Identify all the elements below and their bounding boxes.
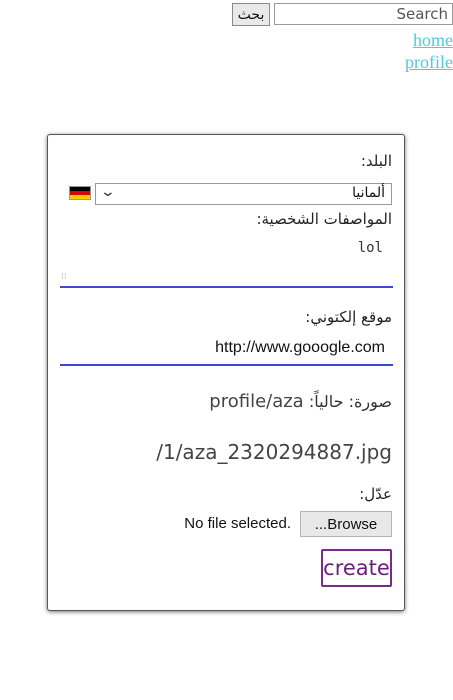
photo-current-label: حالياً: xyxy=(308,392,344,411)
edit-photo-label: عدّل: xyxy=(359,485,392,503)
search-input[interactable] xyxy=(274,3,453,25)
profile-description-value: lol xyxy=(357,240,383,256)
file-status-text: No file selected. xyxy=(184,515,291,532)
country-select[interactable]: ألمانيا ⌄ xyxy=(95,183,392,205)
photo-current-line: صورة: حالياً: profile/aza xyxy=(209,391,392,412)
website-input[interactable]: http://www.gooogle.com xyxy=(60,334,393,366)
photo-label: صورة: xyxy=(348,392,392,411)
photo-current-path[interactable]: profile/aza xyxy=(209,391,303,412)
chevron-down-icon: ⌄ xyxy=(99,184,117,200)
nav-link-profile[interactable]: profile xyxy=(405,52,453,72)
profile-form-card: البلد: ألمانيا ⌄ المواصفات الشخصية: lol … xyxy=(47,134,405,611)
germany-flag-icon xyxy=(69,186,91,200)
profile-description-label: المواصفات الشخصية: xyxy=(256,210,392,228)
website-value: http://www.gooogle.com xyxy=(215,339,385,356)
website-label: موقع إلكتوني: xyxy=(305,308,392,326)
profile-description-textarea[interactable]: lol ⁞⁞ xyxy=(60,236,393,288)
country-label: البلد: xyxy=(360,152,392,170)
create-button[interactable]: create xyxy=(321,549,392,587)
country-selected-value: ألمانيا xyxy=(352,185,385,201)
search-button[interactable]: بحث xyxy=(232,3,270,26)
nav-link-home[interactable]: home xyxy=(413,30,453,50)
browse-button[interactable]: Browse... xyxy=(300,511,392,537)
resize-grip-icon[interactable]: ⁞⁞ xyxy=(61,273,67,282)
photo-current-filename[interactable]: /1/aza_2320294887.jpg xyxy=(156,440,392,464)
